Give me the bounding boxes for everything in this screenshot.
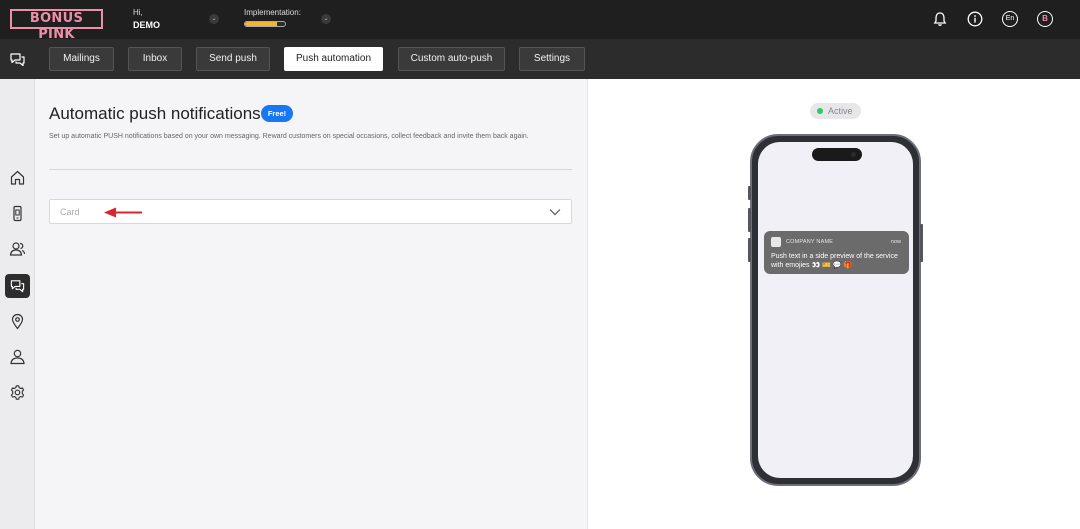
chevron-down-icon [549, 209, 561, 216]
tab-settings[interactable]: Settings [519, 47, 585, 71]
language-switcher[interactable]: En [1002, 11, 1018, 27]
notification-time: now [890, 239, 901, 245]
phone-mockup: COMPANY NAME now Push text in a side pre… [748, 134, 923, 486]
app-icon [771, 237, 781, 247]
greeting-text: Hi, [133, 8, 143, 17]
page-description: Set up automatic PUSH notifications base… [49, 133, 529, 140]
main-content: Automatic push notifications Free! Set u… [35, 79, 587, 529]
phone-side-button [748, 186, 751, 200]
notification-company: COMPANY NAME [786, 239, 834, 245]
sidebar [0, 79, 35, 529]
avatar[interactable]: B [1037, 11, 1053, 27]
sidebar-item-chat[interactable] [5, 274, 30, 298]
page-title: Automatic push notifications [49, 104, 261, 123]
status-dot [817, 108, 823, 114]
implementation-progress-fill [245, 22, 277, 26]
chat-bubbles-icon [10, 53, 25, 67]
implementation-label: Implementation: [244, 8, 301, 17]
camera-dot [851, 152, 856, 157]
tab-inbox[interactable]: Inbox [128, 47, 182, 71]
bell-icon[interactable] [932, 11, 948, 27]
select-value: Card [60, 207, 80, 217]
tab-bar: Mailings Inbox Send push Push automation… [0, 39, 1080, 79]
tab-push-automation[interactable]: Push automation [284, 47, 383, 71]
location-pin-icon[interactable] [9, 313, 26, 330]
brand-logo[interactable]: BONUS PINK [10, 9, 103, 42]
tab-send-push[interactable]: Send push [196, 47, 270, 71]
phone-side-button [748, 208, 751, 232]
red-arrow-annotation-icon [104, 207, 142, 218]
user-icon[interactable] [9, 348, 26, 365]
phone-card-icon[interactable] [9, 205, 26, 222]
phone-side-button [748, 238, 751, 262]
tab-custom-auto-push[interactable]: Custom auto-push [398, 47, 505, 71]
push-notification-preview: COMPANY NAME now Push text in a side pre… [764, 231, 909, 274]
implementation-dropdown-chevron-icon[interactable]: ⌄ [321, 14, 331, 24]
top-bar: BONUS PINK Hi, DEMO ⌄ Implementation: ⌄ … [0, 0, 1080, 42]
divider [49, 169, 572, 170]
notification-text: Push text in a side preview of the servi… [771, 253, 898, 269]
users-icon[interactable] [9, 240, 26, 257]
user-name: DEMO [133, 20, 160, 30]
status-text: Active [828, 106, 853, 116]
tab-mailings[interactable]: Mailings [49, 47, 114, 71]
home-icon[interactable] [9, 169, 26, 186]
implementation-progress-bar [244, 21, 286, 27]
phone-screen: COMPANY NAME now Push text in a side pre… [758, 142, 913, 478]
info-icon[interactable] [967, 11, 983, 27]
chat-icon [10, 280, 25, 293]
gear-icon[interactable] [9, 384, 26, 401]
free-badge: Free! [261, 105, 293, 122]
account-dropdown-chevron-icon[interactable]: ⌄ [209, 14, 219, 24]
dynamic-island [812, 148, 862, 161]
status-badge: Active [810, 103, 861, 119]
preview-panel: Active COMPANY NAME now Push text in a s… [587, 79, 1080, 529]
phone-power-button [920, 224, 923, 262]
trigger-select[interactable]: Card [49, 199, 572, 224]
